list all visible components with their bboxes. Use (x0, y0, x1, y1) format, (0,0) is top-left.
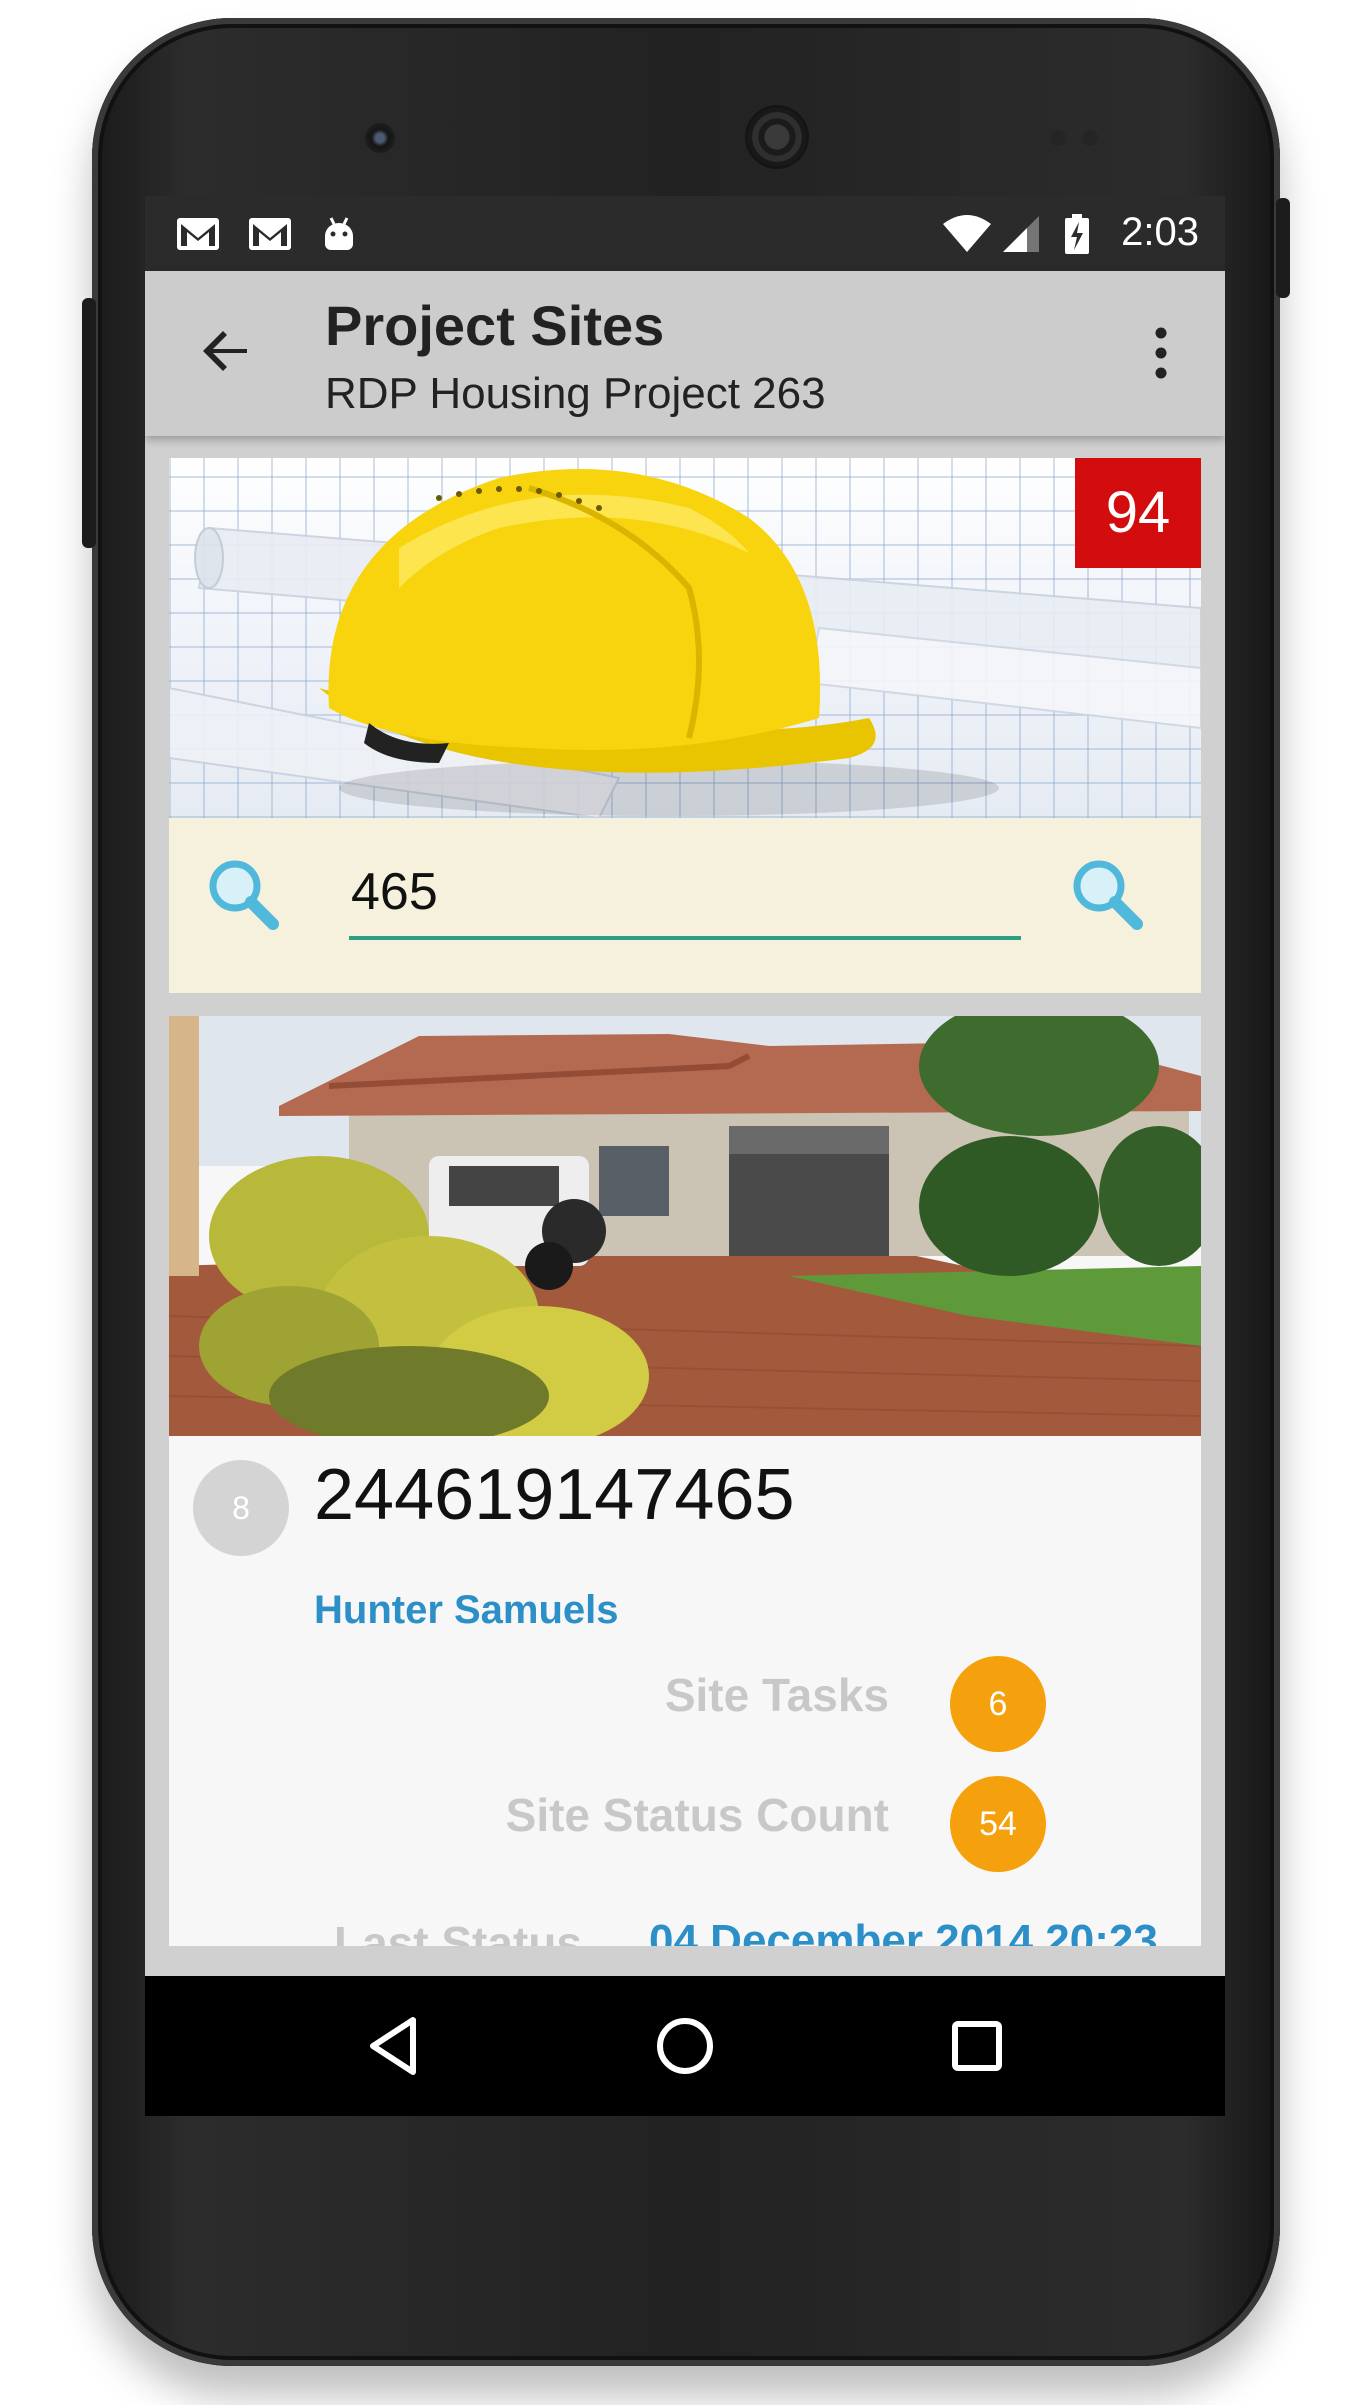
site-photo (169, 1016, 1201, 1436)
power-button (1276, 198, 1290, 298)
site-index-badge: 8 (193, 1460, 289, 1556)
cell-signal-icon (1003, 216, 1039, 252)
status-bar: 2:03 (145, 196, 1225, 271)
site-card[interactable]: 8 244619147465 Hunter Samuels Site Tasks… (169, 1016, 1201, 1946)
content-list[interactable]: 94 465 8 244619147465 Hunter Samuels Sit… (145, 436, 1225, 1946)
house-photo (169, 1016, 1201, 1436)
gmail-icon (249, 218, 291, 250)
site-count-badge: 94 (1075, 458, 1201, 568)
wifi-icon (943, 215, 991, 252)
volume-button (82, 298, 96, 548)
search-icon[interactable] (203, 854, 283, 934)
site-tasks-label: Site Tasks (664, 1669, 889, 1721)
clock: 2:03 (1121, 210, 1199, 254)
gmail-icon (177, 218, 219, 250)
project-header-card: 94 (169, 458, 1201, 993)
earpiece-speaker (748, 108, 806, 166)
page-title: Project Sites (325, 294, 665, 357)
header-image: 94 (169, 458, 1201, 818)
home-circle-icon[interactable] (653, 2014, 717, 2078)
system-nav-bar (145, 1976, 1225, 2116)
battery-charging-icon (1065, 214, 1089, 254)
last-status-value: 04 December 2014 20:23 (649, 1916, 1158, 1946)
site-owner[interactable]: Hunter Samuels (314, 1588, 619, 1633)
proximity-sensor (1050, 130, 1066, 146)
site-number: 244619147465 (314, 1455, 795, 1535)
site-tasks-count[interactable]: 6 (950, 1656, 1046, 1752)
search-icon[interactable] (1067, 854, 1147, 934)
hard-hat-illustration (169, 469, 1201, 818)
search-input[interactable] (349, 848, 1021, 940)
search-bar (169, 818, 1201, 993)
page-subtitle: RDP Housing Project 263 (325, 369, 826, 418)
overflow-menu-icon[interactable] (1147, 323, 1175, 383)
back-triangle-icon[interactable] (363, 2014, 427, 2078)
last-status-label: Last Status (334, 1917, 582, 1946)
recents-square-icon[interactable] (945, 2014, 1009, 2078)
device-screen: 2:03 Project Sites RDP Housing Project 2… (145, 196, 1225, 2116)
site-status-count[interactable]: 54 (950, 1776, 1046, 1872)
site-status-count-label: Site Status Count (505, 1789, 889, 1841)
light-sensor (1082, 130, 1098, 146)
android-debug-icon (325, 217, 353, 250)
back-arrow-icon[interactable] (195, 319, 259, 383)
app-bar: Project Sites RDP Housing Project 263 (145, 271, 1225, 436)
front-camera (365, 123, 395, 153)
